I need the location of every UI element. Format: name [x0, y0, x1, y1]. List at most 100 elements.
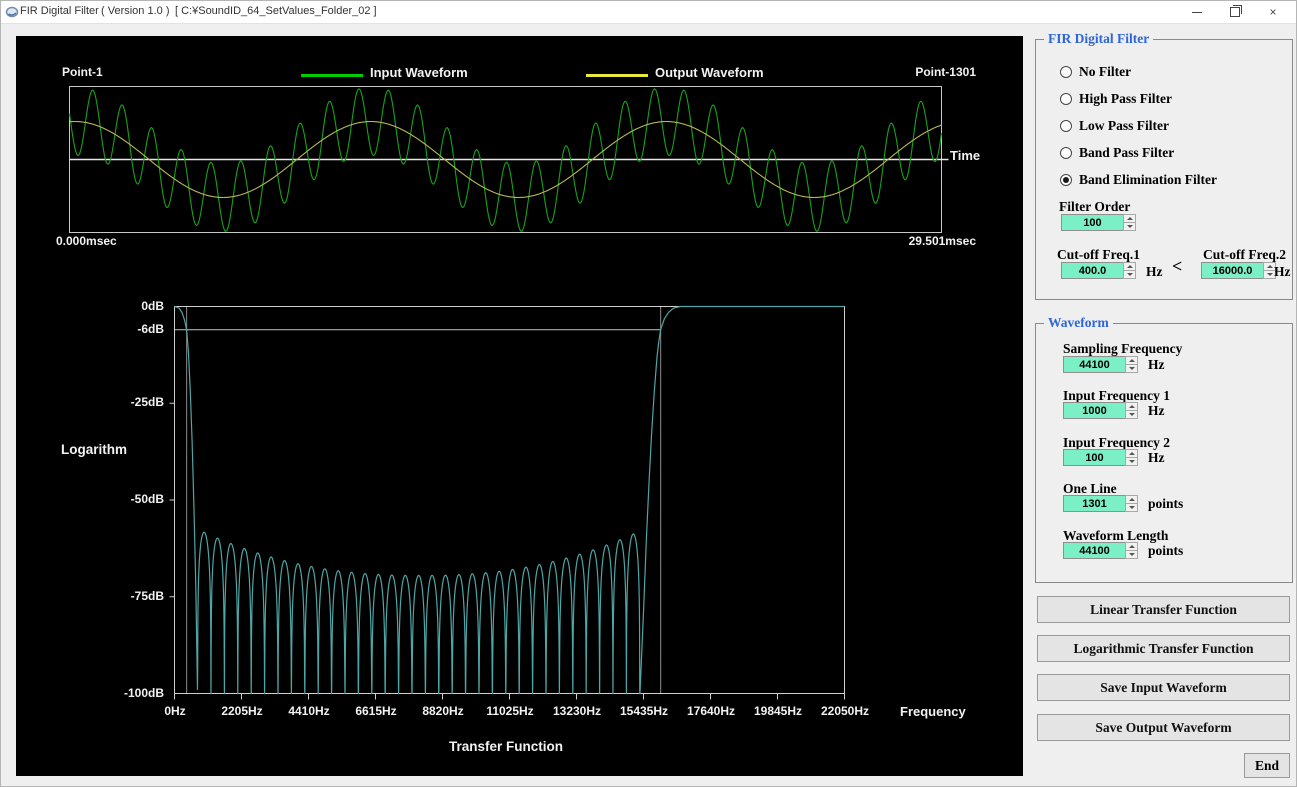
- cutoff1-unit: Hz: [1146, 264, 1163, 279]
- logarithm-axis-label: Logarithm: [61, 442, 127, 457]
- field-value[interactable]: 44100: [1063, 542, 1125, 559]
- radio-label: Low Pass Filter: [1079, 118, 1169, 133]
- cutoff1-label: Cut-off Freq.1: [1057, 247, 1140, 262]
- field-value[interactable]: 100: [1063, 449, 1125, 466]
- radio-band-elimination[interactable]: Band Elimination Filter: [1060, 172, 1217, 188]
- legend-input-label: Input Waveform: [370, 65, 468, 80]
- cutoff2-unit: Hz: [1274, 264, 1291, 279]
- cutoff1-value[interactable]: 400.0: [1061, 262, 1123, 279]
- spin-down-button[interactable]: [1125, 411, 1138, 419]
- restore-button[interactable]: [1216, 1, 1254, 23]
- restore-icon: [1230, 5, 1242, 17]
- waveform-group-title: Waveform: [1044, 315, 1113, 331]
- minimize-button[interactable]: [1178, 1, 1216, 23]
- window-controls: ×: [1178, 1, 1292, 23]
- logarithmic-transfer-function-button[interactable]: Logarithmic Transfer Function: [1037, 635, 1290, 662]
- spin-up-button[interactable]: [1125, 402, 1138, 411]
- filter-order-label: Filter Order: [1059, 199, 1131, 214]
- spin-down-button[interactable]: [1125, 458, 1138, 466]
- cutoff2-label: Cut-off Freq.2: [1203, 247, 1286, 262]
- radio-label: High Pass Filter: [1079, 91, 1172, 106]
- arrow-up-icon: [1126, 217, 1133, 220]
- db-tick-label: 0dB: [141, 299, 164, 313]
- radio-circle[interactable]: [1060, 93, 1072, 105]
- cutoff2-value[interactable]: 16000.0: [1201, 262, 1263, 279]
- minimize-icon: [1192, 11, 1202, 13]
- titlebar: FIR Digital Filter ( Version 1.0 ) [ C:¥…: [1, 1, 1296, 24]
- arrow-down-icon: [1126, 273, 1133, 276]
- filter-order-value[interactable]: 100: [1061, 214, 1123, 231]
- waveform-chart: [69, 86, 949, 233]
- spinner: [1123, 214, 1136, 231]
- db-tick-label: -75dB: [130, 589, 164, 603]
- spin-down-button[interactable]: [1123, 271, 1136, 279]
- plot-area: Point-1 Point-1301 Input Waveform Output…: [16, 36, 1023, 776]
- arrow-down-icon: [1126, 225, 1133, 228]
- spin-up-button[interactable]: [1123, 214, 1136, 223]
- arrow-up-icon: [1128, 359, 1135, 362]
- spin-up-button[interactable]: [1125, 542, 1138, 551]
- radio-circle[interactable]: [1060, 147, 1072, 159]
- radio-circle[interactable]: [1060, 120, 1072, 132]
- radio-label: Band Elimination Filter: [1079, 172, 1218, 187]
- field-unit: points: [1148, 496, 1184, 511]
- spin-up-button[interactable]: [1123, 262, 1136, 271]
- point-end-label: Point-1301: [915, 65, 976, 79]
- cutoff1-stepper: 400.0: [1061, 262, 1136, 279]
- arrow-up-icon: [1266, 265, 1273, 268]
- time-end-label: 29.501msec: [908, 234, 976, 248]
- db-tick-label: -25dB: [130, 395, 164, 409]
- end-button[interactable]: End: [1244, 753, 1290, 778]
- linear-transfer-function-button[interactable]: Linear Transfer Function: [1037, 596, 1290, 623]
- legend-input-swatch: [301, 74, 363, 77]
- field-stepper: 100: [1063, 449, 1138, 466]
- db-tick-label: -50dB: [130, 492, 164, 506]
- spinner: [1125, 495, 1138, 512]
- spin-down-button[interactable]: [1123, 223, 1136, 231]
- spin-down-button[interactable]: [1125, 551, 1138, 559]
- arrow-down-icon: [1128, 460, 1135, 463]
- transfer-function-title: Transfer Function: [448, 739, 563, 754]
- filter-order-stepper: 100: [1061, 214, 1136, 231]
- less-than-sign: <: [1172, 256, 1183, 276]
- spin-up-button[interactable]: [1125, 356, 1138, 365]
- arrow-up-icon: [1128, 452, 1135, 455]
- field-unit: Hz: [1148, 357, 1165, 372]
- field-value[interactable]: 1301: [1063, 495, 1125, 512]
- radio-no-filter[interactable]: No Filter: [1060, 64, 1131, 80]
- radio-high-pass[interactable]: High Pass Filter: [1060, 91, 1172, 107]
- field-stepper: 1301: [1063, 495, 1138, 512]
- save-input-waveform-button[interactable]: Save Input Waveform: [1037, 674, 1290, 701]
- field-value[interactable]: 44100: [1063, 356, 1125, 373]
- field-value[interactable]: 1000: [1063, 402, 1125, 419]
- legend-output-swatch: [586, 74, 648, 77]
- spinner: [1125, 356, 1138, 373]
- radio-circle[interactable]: [1060, 174, 1072, 186]
- radio-circle[interactable]: [1060, 66, 1072, 78]
- arrow-down-icon: [1128, 553, 1135, 556]
- field-stepper: 44100: [1063, 542, 1138, 559]
- save-output-waveform-button[interactable]: Save Output Waveform: [1037, 714, 1290, 741]
- legend-output-label: Output Waveform: [655, 65, 764, 80]
- spin-down-button[interactable]: [1125, 504, 1138, 512]
- arrow-down-icon: [1128, 506, 1135, 509]
- filter-group-title: FIR Digital Filter: [1044, 31, 1154, 47]
- radio-band-pass[interactable]: Band Pass Filter: [1060, 145, 1174, 161]
- spin-up-button[interactable]: [1125, 449, 1138, 458]
- spin-down-button[interactable]: [1125, 365, 1138, 373]
- arrow-down-icon: [1266, 273, 1273, 276]
- radio-low-pass[interactable]: Low Pass Filter: [1060, 118, 1169, 134]
- spin-up-button[interactable]: [1125, 495, 1138, 504]
- arrow-down-icon: [1128, 367, 1135, 370]
- arrow-down-icon: [1128, 413, 1135, 416]
- point-start-label: Point-1: [62, 65, 103, 79]
- arrow-up-icon: [1128, 405, 1135, 408]
- db-tick-label: -100dB: [123, 686, 164, 700]
- spinner: [1125, 402, 1138, 419]
- arrow-up-icon: [1126, 265, 1133, 268]
- close-icon: ×: [1269, 5, 1277, 19]
- spinner: [1125, 542, 1138, 559]
- close-button[interactable]: ×: [1254, 1, 1292, 23]
- radio-label: No Filter: [1079, 64, 1132, 79]
- frequency-axis-label: Frequency: [900, 704, 966, 719]
